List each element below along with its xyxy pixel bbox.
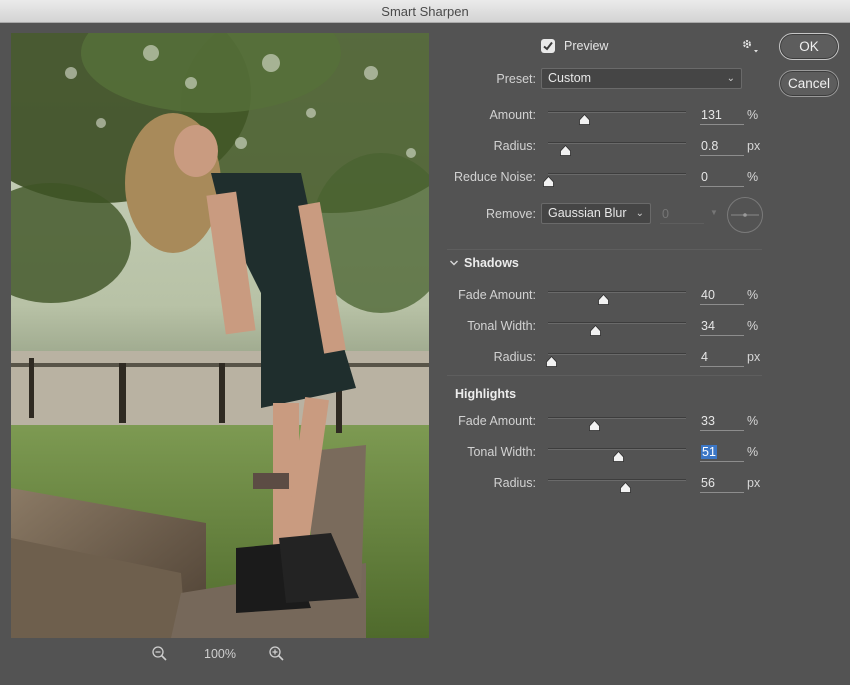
preview-label: Preview <box>564 39 609 53</box>
highlights-tonal-label: Tonal Width: <box>467 445 536 459</box>
highlights-radius-slider-handle[interactable] <box>620 481 632 493</box>
radius-value: 0.8 <box>701 139 719 153</box>
angle-dropdown-icon[interactable]: ▼ <box>710 208 718 217</box>
angle-input[interactable]: 0 <box>662 207 669 221</box>
cancel-button[interactable]: Cancel <box>779 70 839 97</box>
checkmark-icon <box>543 41 553 51</box>
image-preview[interactable] <box>11 33 429 638</box>
preset-dropdown[interactable]: Custom ⌄ <box>541 68 742 89</box>
amount-input[interactable]: 131 <box>700 108 744 125</box>
zoom-out-icon[interactable] <box>150 644 170 664</box>
shadows-title[interactable]: Shadows <box>464 256 519 270</box>
shadows-radius-value: 4 <box>701 350 708 364</box>
reduce-noise-label: Reduce Noise: <box>454 170 536 184</box>
shadows-radius-slider-handle[interactable] <box>545 355 557 367</box>
reduce-noise-value: 0 <box>701 170 708 184</box>
shadows-fade-input[interactable]: 40 <box>700 288 744 305</box>
shadows-radius-input[interactable]: 4 <box>700 350 744 367</box>
remove-dropdown[interactable]: Gaussian Blur ⌄ <box>541 203 651 224</box>
zoom-controls: 100% <box>150 644 300 664</box>
shadows-tonal-value: 34 <box>701 319 715 333</box>
highlights-tonal-value: 51 <box>701 445 717 459</box>
radius-slider-handle[interactable] <box>559 144 571 156</box>
remove-value: Gaussian Blur <box>548 206 627 220</box>
highlights-fade-value: 33 <box>701 414 715 428</box>
highlights-radius-unit: px <box>747 476 761 490</box>
shadows-disclosure-icon[interactable] <box>449 257 459 267</box>
ok-button[interactable]: OK <box>779 33 839 60</box>
section-divider <box>447 249 762 250</box>
highlights-title: Highlights <box>455 387 517 401</box>
highlights-fade-input[interactable]: 33 <box>700 414 744 431</box>
reduce-noise-slider[interactable] <box>548 173 686 175</box>
angle-input-underline <box>660 223 704 224</box>
shadows-fade-slider-handle[interactable] <box>598 293 610 305</box>
highlights-radius-input[interactable]: 56 <box>700 476 744 493</box>
shadows-fade-label: Fade Amount: <box>458 288 536 302</box>
section-divider <box>447 375 762 376</box>
shadows-tonal-input[interactable]: 34 <box>700 319 744 336</box>
amount-label: Amount: <box>489 108 536 122</box>
amount-unit: % <box>747 108 759 122</box>
highlights-fade-label: Fade Amount: <box>458 414 536 428</box>
highlights-fade-unit: % <box>747 414 759 428</box>
highlights-tonal-unit: % <box>747 445 759 459</box>
highlights-radius-slider[interactable] <box>548 479 686 481</box>
gear-icon[interactable] <box>740 38 760 54</box>
highlights-fade-slider[interactable] <box>548 417 686 419</box>
amount-slider-handle[interactable] <box>578 113 590 125</box>
angle-dial-icon <box>731 213 759 217</box>
highlights-radius-label: Radius: <box>493 476 536 490</box>
chevron-down-icon: ⌄ <box>635 208 644 219</box>
radius-label: Radius: <box>493 139 536 153</box>
shadows-tonal-slider-handle[interactable] <box>590 324 601 336</box>
shadows-tonal-unit: % <box>747 319 759 333</box>
preset-label: Preset: <box>496 72 536 86</box>
highlights-radius-value: 56 <box>701 476 715 490</box>
shadows-fade-unit: % <box>747 288 759 302</box>
reduce-noise-unit: % <box>747 170 759 184</box>
reduce-noise-input[interactable]: 0 <box>700 170 744 187</box>
chevron-down-icon: ⌄ <box>726 73 735 84</box>
highlights-tonal-slider-handle[interactable] <box>613 450 625 462</box>
reduce-noise-slider-handle[interactable] <box>543 175 554 187</box>
shadows-fade-slider[interactable] <box>548 291 686 293</box>
shadows-tonal-label: Tonal Width: <box>467 319 536 333</box>
shadows-radius-label: Radius: <box>493 350 536 364</box>
remove-label: Remove: <box>485 207 536 221</box>
highlights-fade-slider-handle[interactable] <box>588 419 600 431</box>
radius-input[interactable]: 0.8 <box>700 139 744 156</box>
radius-slider[interactable] <box>548 142 686 144</box>
zoom-level: 100% <box>204 647 236 661</box>
shadows-fade-value: 40 <box>701 288 715 302</box>
shadows-radius-unit: px <box>747 350 761 364</box>
window-titlebar: Smart Sharpen <box>0 0 850 23</box>
preview-checkbox[interactable] <box>541 39 555 53</box>
shadows-tonal-slider[interactable] <box>548 322 686 324</box>
radius-unit: px <box>747 139 761 153</box>
amount-value: 131 <box>701 108 722 122</box>
highlights-tonal-input[interactable]: 51 <box>700 445 744 462</box>
window-title: Smart Sharpen <box>381 4 469 19</box>
shadows-radius-slider[interactable] <box>548 353 686 355</box>
preset-value: Custom <box>548 71 592 85</box>
preview-photo <box>11 33 429 638</box>
angle-dial[interactable] <box>727 197 763 233</box>
highlights-tonal-slider[interactable] <box>548 448 686 450</box>
zoom-in-icon[interactable] <box>267 644 287 664</box>
amount-slider[interactable] <box>548 111 686 113</box>
